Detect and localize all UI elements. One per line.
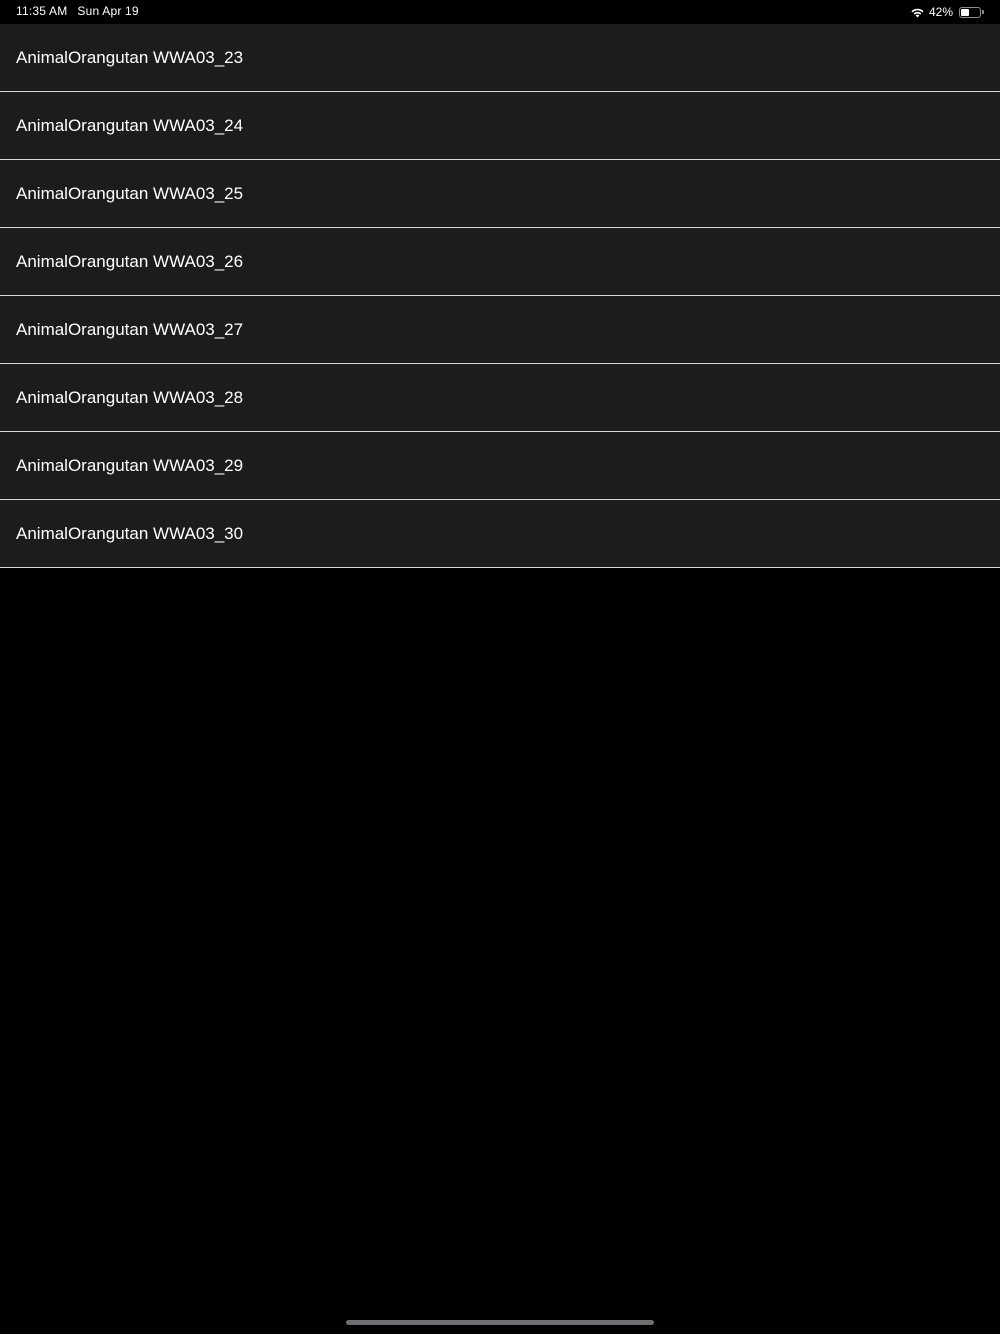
list-item-label: AnimalOrangutan WWA03_27 xyxy=(16,320,244,339)
battery-cap xyxy=(982,10,984,14)
list-item-label: AnimalOrangutan WWA03_25 xyxy=(16,184,244,203)
list-item-label: AnimalOrangutan WWA03_23 xyxy=(16,48,244,67)
screen: 11:35 AM Sun Apr 19 42% AnimalOrangutan W… xyxy=(0,0,1000,1334)
list-item-label: AnimalOrangutan WWA03_30 xyxy=(16,524,244,543)
battery-percent: 42% xyxy=(928,5,953,19)
list-item-label: AnimalOrangutan WWA03_26 xyxy=(16,252,244,271)
list-item[interactable]: AnimalOrangutan WWA03_30 xyxy=(0,500,1000,568)
home-indicator[interactable] xyxy=(346,1320,654,1325)
wifi-icon xyxy=(910,7,925,18)
list-item[interactable]: AnimalOrangutan WWA03_25 xyxy=(0,160,1000,228)
list-item[interactable]: AnimalOrangutan WWA03_24 xyxy=(0,92,1000,160)
list-item-label: AnimalOrangutan WWA03_28 xyxy=(16,388,244,407)
status-time-date: 11:35 AM Sun Apr 19 xyxy=(16,4,139,18)
list-item[interactable]: AnimalOrangutan WWA03_27 xyxy=(0,296,1000,364)
battery-fill xyxy=(961,8,969,16)
list-item[interactable]: AnimalOrangutan WWA03_28 xyxy=(0,364,1000,432)
status-indicators: 42% xyxy=(910,4,984,20)
animal-list: AnimalOrangutan WWA03_23 AnimalOrangutan … xyxy=(0,24,1000,568)
list-item[interactable]: AnimalOrangutan WWA03_26 xyxy=(0,228,1000,296)
battery-icon xyxy=(959,6,981,18)
status-date: Sun Apr 19 xyxy=(77,4,139,18)
status-time: 11:35 AM xyxy=(16,4,68,18)
list-item-label: AnimalOrangutan WWA03_29 xyxy=(16,456,244,475)
list-item[interactable]: AnimalOrangutan WWA03_23 xyxy=(0,24,1000,92)
list-item[interactable]: AnimalOrangutan WWA03_29 xyxy=(0,432,1000,500)
status-bar: 11:35 AM Sun Apr 19 42% xyxy=(0,0,1000,24)
list-item-label: AnimalOrangutan WWA03_24 xyxy=(16,116,244,135)
